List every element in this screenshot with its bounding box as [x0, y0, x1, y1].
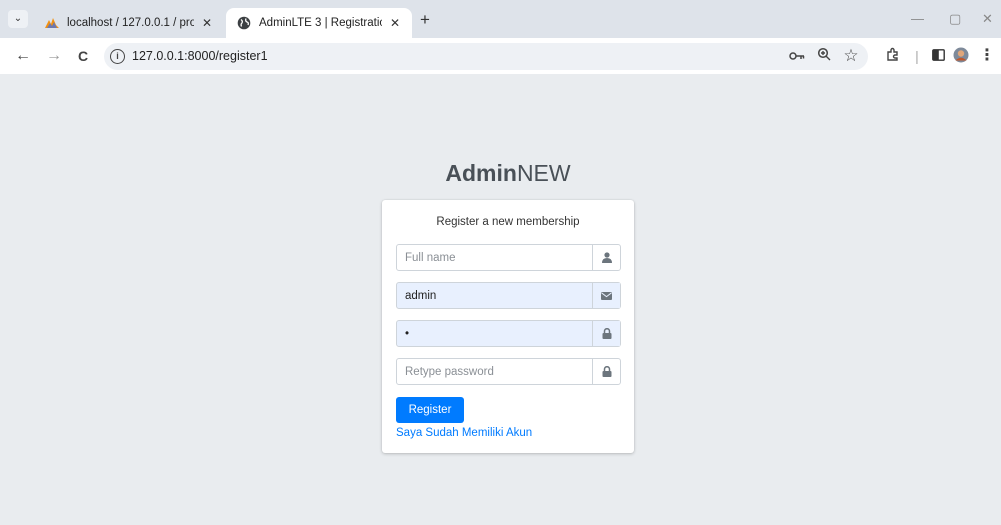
retype-password-input[interactable] [397, 359, 592, 384]
address-bar[interactable]: i 127.0.0.1:8000/register1 [104, 43, 868, 70]
register-box-msg: Register a new membership [436, 216, 580, 228]
email-field [396, 282, 621, 309]
page-content: AdminNEW Register a new membership Full … [0, 74, 1001, 525]
password-field [396, 320, 621, 347]
address-url[interactable]: 127.0.0.1:8000/register1 [132, 49, 268, 63]
browser-tab-bar: ⌄ localhost / 127.0.0.1 / project_2 ✕ Ad… [0, 0, 1001, 38]
tab-title: localhost / 127.0.0.1 / project_2 [67, 17, 194, 29]
globe-icon [236, 15, 252, 31]
brand-light: NEW [516, 160, 571, 186]
email-input[interactable] [397, 283, 592, 308]
phpmyadmin-icon [44, 15, 60, 31]
zoom-icon[interactable] [815, 47, 833, 65]
key-icon[interactable] [788, 47, 806, 65]
close-tab-icon[interactable]: ✕ [200, 16, 214, 30]
profile-avatar[interactable] [952, 47, 970, 67]
reload-icon[interactable]: C [74, 47, 92, 65]
brand-bold: Admin [445, 160, 517, 186]
toolbar-divider: | [915, 48, 919, 64]
user-icon [592, 245, 620, 270]
lock-icon [592, 321, 620, 346]
restore-icon[interactable]: ▢ [949, 11, 961, 27]
retype-password-field [396, 358, 621, 385]
login-link[interactable]: Saya Sudah Memiliki Akun [396, 427, 532, 439]
minimize-icon[interactable]: — [911, 11, 924, 26]
tab-phpmyadmin[interactable]: localhost / 127.0.0.1 / project_2 ✕ [34, 8, 224, 38]
site-info-icon[interactable]: i [110, 49, 125, 64]
browser-toolbar: ← → C i 127.0.0.1:8000/register1 ☆ | ⋮ [0, 38, 1001, 74]
star-icon[interactable]: ☆ [842, 47, 860, 65]
tab-search-button[interactable]: ⌄ [8, 10, 28, 28]
forward-icon[interactable]: → [45, 47, 63, 65]
menu-icon[interactable]: ⋮ [978, 47, 996, 65]
new-tab-button[interactable]: + [420, 11, 430, 28]
window-close-icon[interactable]: ✕ [982, 11, 993, 27]
tab-registration[interactable]: AdminLTE 3 | Registration Page ✕ [226, 8, 412, 38]
back-icon[interactable]: ← [14, 47, 32, 65]
sidepanel-icon[interactable] [929, 47, 947, 65]
register-button[interactable]: Register [396, 397, 464, 423]
lock-icon [592, 359, 620, 384]
brand-logo[interactable]: AdminNEW [0, 160, 1001, 187]
extensions-icon[interactable] [884, 47, 902, 65]
password-input[interactable] [397, 321, 592, 346]
envelope-icon [592, 283, 620, 308]
fullname-field [396, 244, 621, 271]
close-tab-icon[interactable]: ✕ [388, 16, 402, 30]
tab-title: AdminLTE 3 | Registration Page [259, 17, 382, 29]
fullname-input[interactable] [397, 245, 592, 270]
register-card: Register a new membership Regis [382, 200, 634, 453]
